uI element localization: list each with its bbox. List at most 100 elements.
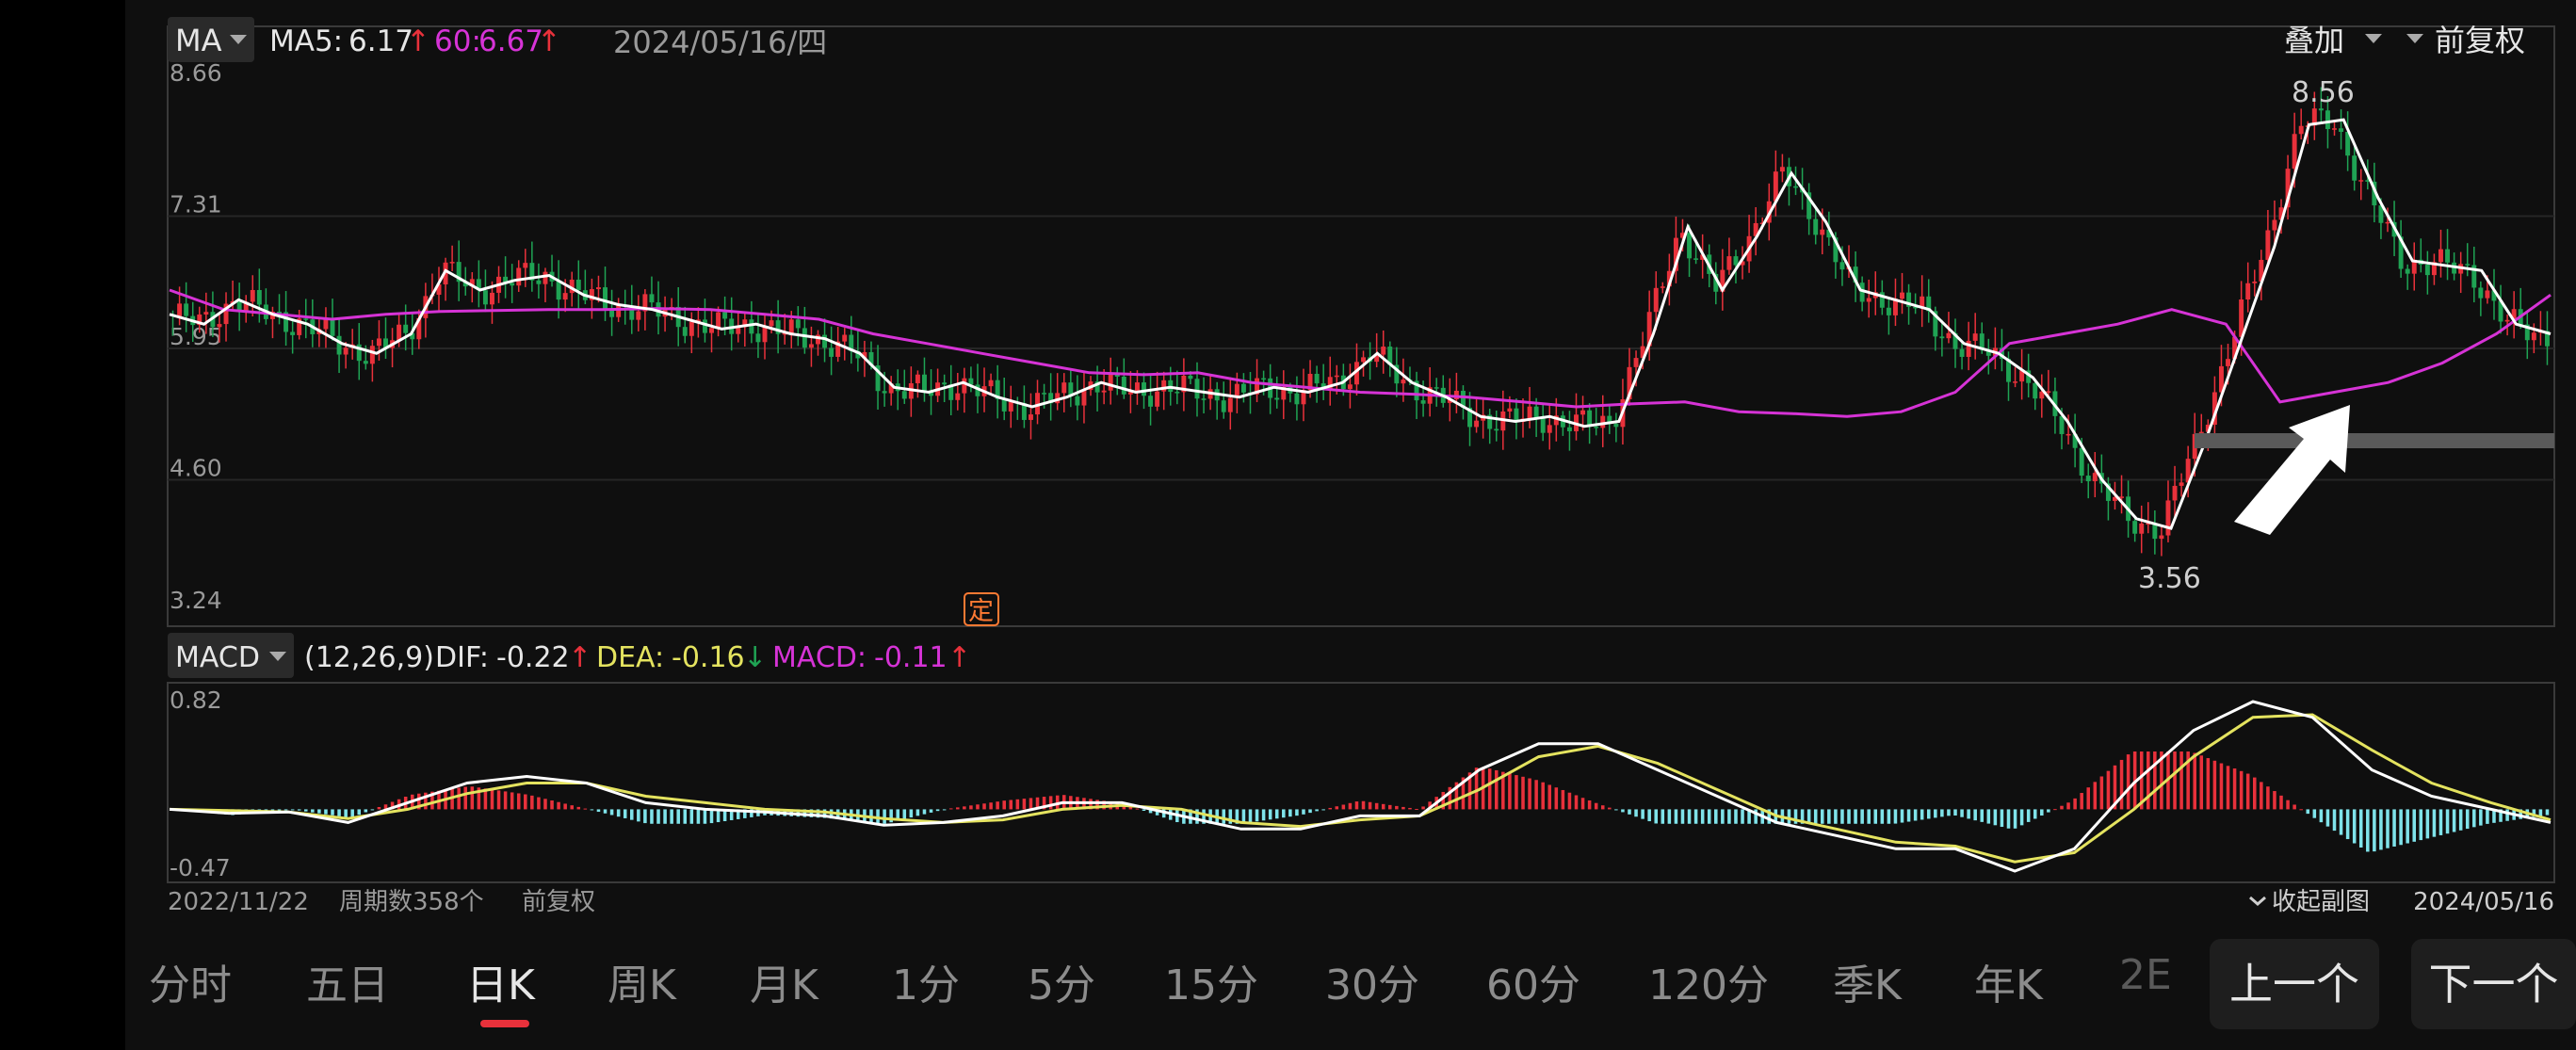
candle-body — [1633, 358, 1639, 367]
candle-body — [2033, 382, 2038, 399]
ma60-arrow-up-icon: ↑ — [537, 24, 561, 58]
overlay-button[interactable]: 叠加 — [2284, 23, 2344, 58]
candle-body — [2245, 283, 2251, 300]
macd-bar — [2260, 782, 2263, 810]
macd-bar — [1381, 803, 1385, 810]
candle-body — [2252, 282, 2258, 283]
macd-bar — [2193, 752, 2196, 810]
macd-bar — [1261, 809, 1266, 821]
tab-fenshi[interactable]: 分时 — [149, 951, 232, 1011]
candle-body — [1600, 415, 1606, 428]
macd-bar — [377, 807, 381, 810]
candle-body — [1148, 396, 1154, 407]
candle-body — [2339, 128, 2344, 133]
macd-bar — [1680, 809, 1685, 824]
macd-bar — [1647, 809, 1651, 822]
macd-bar — [609, 809, 614, 816]
kline-chart[interactable]: 8.667.315.954.603.24 MA MA5: 6.17 ↑ 60: … — [0, 0, 2576, 928]
macd-bar — [563, 803, 567, 810]
candle-body — [2445, 249, 2451, 263]
collapse-chevron-icon[interactable] — [2249, 896, 2266, 906]
tab-weekly-k[interactable]: 周K — [608, 951, 676, 1011]
macd-bar — [2199, 755, 2204, 810]
macd-bar — [2399, 809, 2403, 846]
tab-2e[interactable]: 2E — [2119, 951, 2178, 999]
candle-body — [2119, 496, 2125, 498]
tab-120min[interactable]: 120分 — [1648, 951, 1769, 1011]
tab-monthly-k[interactable]: 月K — [750, 951, 818, 1011]
main-chart-frame — [167, 25, 2555, 627]
macd-bar — [2266, 786, 2270, 810]
candle-body — [788, 319, 794, 333]
macd-bar — [876, 809, 880, 824]
tab-year-k[interactable]: 年K — [1974, 951, 2043, 1011]
tab-60min[interactable]: 60分 — [1486, 951, 1580, 1011]
tab-quarter-k[interactable]: 季K — [1833, 951, 1902, 1011]
macd-bar — [2306, 809, 2310, 815]
macd-bar — [630, 809, 634, 820]
macd-selector-label[interactable]: MACD — [175, 641, 260, 674]
macd-bar — [1893, 809, 1898, 824]
macd-bar — [2545, 809, 2550, 816]
tab-15min[interactable]: 15分 — [1164, 951, 1258, 1011]
candle-body — [1188, 375, 1193, 380]
macd-bar — [284, 809, 288, 811]
candle-body — [1540, 417, 1546, 433]
macd-bar — [1667, 809, 1672, 824]
main-y-tick-label: 5.95 — [170, 323, 222, 350]
candle-body — [1075, 396, 1080, 406]
candle-body — [762, 326, 768, 343]
candle-body — [1334, 375, 1339, 378]
macd-bar — [1528, 778, 1531, 810]
macd-bar — [1282, 809, 1286, 818]
macd-bar — [948, 808, 953, 810]
candle-body — [1001, 398, 1007, 412]
tab-wuri[interactable]: 五日 — [306, 951, 389, 1011]
candles — [170, 87, 2550, 557]
macd-bar — [2060, 805, 2064, 810]
candle-body — [1261, 378, 1267, 380]
macd-bar — [616, 809, 621, 817]
tab-30min[interactable]: 30分 — [1325, 951, 1419, 1011]
macd-bar — [1700, 809, 1705, 824]
macd-bar — [324, 809, 328, 815]
tab-daily-k[interactable]: 日K — [466, 951, 535, 1011]
prev-stock-button[interactable]: 上一个 — [2210, 939, 2379, 1029]
macd-bar — [1741, 809, 1744, 824]
macd-bar — [2392, 809, 2396, 847]
candle-body — [749, 319, 754, 334]
dif-arrow-up-icon: ↑ — [568, 641, 591, 674]
candle-body — [2059, 415, 2065, 434]
macd-bar — [2126, 754, 2130, 810]
tab-5min[interactable]: 5分 — [1028, 951, 1095, 1011]
macd-bar — [2486, 809, 2489, 824]
macd-bar — [989, 802, 993, 810]
macd-bar — [1222, 809, 1226, 824]
collapse-subchart-button[interactable]: 收起副图 — [2272, 888, 2370, 916]
macd-bar — [357, 809, 362, 816]
adjust-button[interactable]: 前复权 — [2435, 23, 2525, 58]
candle-body — [1101, 390, 1107, 393]
fixed-badge-label[interactable]: 定 — [968, 597, 994, 626]
candle-body — [709, 328, 714, 333]
macd-bar — [1048, 796, 1053, 810]
macd-bar — [2438, 809, 2443, 835]
macd-bar — [1515, 775, 1518, 810]
macd-bar — [1920, 809, 1924, 820]
macd-bar — [969, 805, 973, 810]
macd-bar — [463, 786, 467, 810]
candle-body — [1779, 167, 1785, 172]
macd-bar — [1993, 809, 1998, 826]
candle-body — [536, 280, 542, 284]
macd-bar — [1913, 809, 1918, 821]
macd-bar — [1608, 807, 1612, 810]
adjust-caret-icon[interactable] — [2406, 34, 2423, 43]
candle-body — [203, 312, 209, 315]
ma-selector-label[interactable]: MA — [175, 23, 222, 58]
next-stock-button[interactable]: 下一个 — [2411, 939, 2576, 1029]
overlay-caret-icon[interactable] — [2365, 34, 2382, 43]
tab-1min[interactable]: 1分 — [892, 951, 960, 1011]
dea-arrow-down-icon: ↓ — [743, 641, 767, 674]
macd-histogram — [170, 751, 2550, 852]
macd-bar — [1840, 809, 1844, 824]
